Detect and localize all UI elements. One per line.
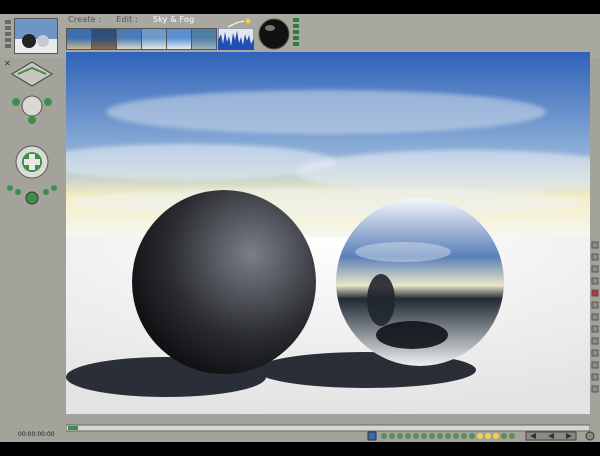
application-window: Create : Edit : Sky & Fog ✕ 00:00:00:00 <box>0 14 600 442</box>
left-scroll-dots[interactable] <box>4 20 12 50</box>
svg-text:✕: ✕ <box>4 59 11 68</box>
active-editor-label: Sky & Fog <box>152 15 195 24</box>
sky-preset-4[interactable] <box>141 28 167 50</box>
timecode-display: 00:00:00:00 <box>18 431 55 438</box>
bottom-controls <box>367 431 595 441</box>
sky-preset-5[interactable] <box>166 28 192 50</box>
bottom-toolbar <box>0 428 600 442</box>
menu-edit[interactable]: Edit : <box>116 15 138 24</box>
sky-preset-6[interactable] <box>191 28 217 50</box>
camera-navigation-panel: ✕ <box>0 58 64 442</box>
render-viewport[interactable] <box>66 52 590 414</box>
camera-zoom-icon[interactable] <box>7 185 57 205</box>
sun-elevation-icon[interactable] <box>226 18 256 28</box>
sky-sphere-preview[interactable] <box>258 18 290 50</box>
sky-preset-1[interactable] <box>66 28 92 50</box>
right-tool-strip <box>590 52 600 442</box>
rendered-scene <box>66 52 590 414</box>
sky-preset-2[interactable] <box>91 28 117 50</box>
camera-move-icon[interactable] <box>15 145 49 179</box>
scene-preview-image <box>15 19 57 53</box>
scene-preview-thumbnail[interactable] <box>14 18 58 54</box>
right-scroll-dots[interactable] <box>292 18 300 48</box>
menu-create[interactable]: Create : <box>68 15 101 24</box>
sky-preset-3[interactable] <box>116 28 142 50</box>
right-tool-buttons <box>591 241 599 393</box>
fog-histogram-thumbnail[interactable] <box>218 28 254 50</box>
camera-pan-icon[interactable] <box>11 61 53 87</box>
main-menu: Create : Edit : Sky & Fog <box>68 15 206 24</box>
camera-rotate-icon[interactable] <box>12 95 52 124</box>
close-icon[interactable]: ✕ <box>4 59 11 68</box>
animation-timeline[interactable] <box>65 418 591 432</box>
navigation-controls: ✕ <box>4 59 57 205</box>
